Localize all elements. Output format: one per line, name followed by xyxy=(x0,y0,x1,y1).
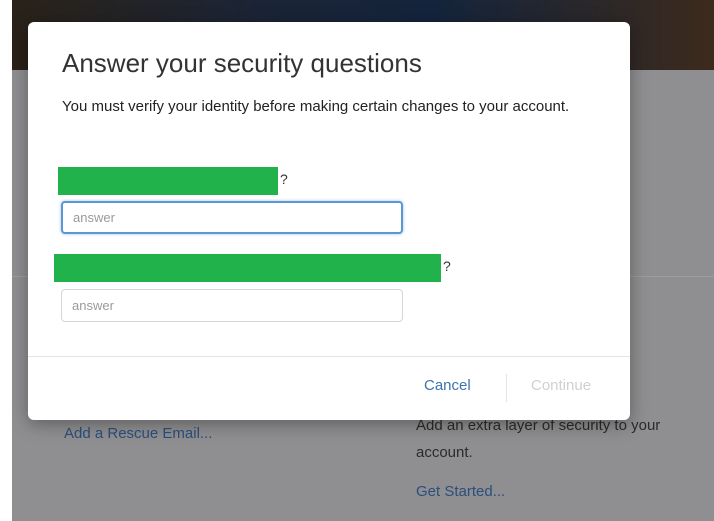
answer-input-1[interactable] xyxy=(61,201,403,234)
two-step-description: Add an extra layer of security to your a… xyxy=(416,412,714,466)
two-step-description-line: account. xyxy=(416,444,473,461)
security-question-2: ? xyxy=(54,254,451,282)
add-rescue-email-link[interactable]: Add a Rescue Email... xyxy=(64,425,212,442)
cancel-button[interactable]: Cancel xyxy=(424,377,471,394)
question-mark: ? xyxy=(280,171,288,187)
redacted-question-text xyxy=(58,167,278,195)
dialog-title: Answer your security questions xyxy=(62,48,422,78)
answer-input-2[interactable] xyxy=(61,289,403,322)
security-questions-dialog: Answer your security questions You must … xyxy=(28,22,630,420)
security-question-1: ? xyxy=(58,167,288,195)
question-mark: ? xyxy=(443,258,451,274)
continue-button[interactable]: Continue xyxy=(531,377,591,394)
button-separator xyxy=(506,374,507,402)
dialog-footer-divider xyxy=(28,356,630,357)
get-started-link[interactable]: Get Started... xyxy=(416,483,505,500)
dialog-description: You must verify your identity before mak… xyxy=(62,98,570,115)
redacted-question-text xyxy=(54,254,441,282)
